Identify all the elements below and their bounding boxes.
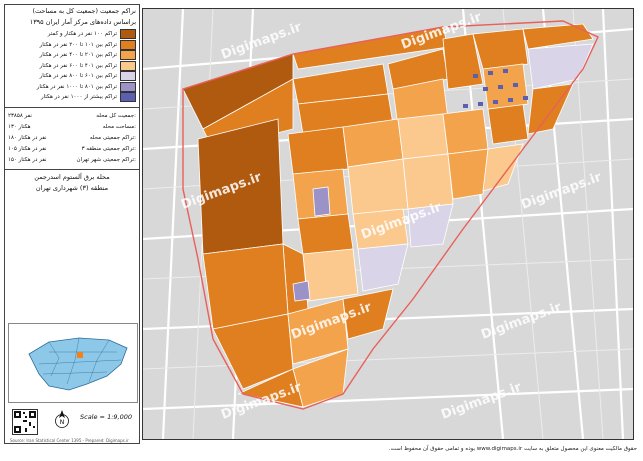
legend-item-label: تراکم بین ۶۰۱ تا ۸۰۰ نفر در هکتار: [39, 73, 117, 80]
legend-item: تراکم بین ۲۰۱ تا ۴۰۰ نفر در هکتار: [8, 50, 136, 61]
copyright-footer: حقوق مالکیت معنوی این محصول متعلق به سای…: [388, 446, 637, 452]
stat-row: ۲۳۸۵۸ نفر جمعیت کل محله:: [8, 111, 136, 122]
density-block: [312, 186, 331, 217]
legend-item: تراکم بین ۴۰۱ تا ۶۰۰ نفر در هکتار: [8, 60, 136, 72]
legend-item-label: تراکم بین ۸۰۱ تا ۱۰۰۰ نفر در هکتار: [36, 83, 117, 90]
density-block: [447, 148, 489, 200]
district-name: منطقه (۳) شهرداری تهران: [35, 183, 109, 192]
map-footer-block: N Scale = 1:9,000 Source: Iran Statistic…: [8, 405, 138, 443]
legend-title-line1: نراکم جمعیت (جمعیت کل به مساحت): [32, 7, 136, 15]
neighborhood-location-marker: [77, 352, 83, 358]
tehran-inset-map: [8, 323, 138, 403]
density-map[interactable]: Digimaps.ir Digimaps.ir Digimaps.ir Digimap…: [142, 8, 634, 440]
stat-label: تراکم جمعیتی منطقه ۳:: [81, 145, 136, 152]
legend-swatch: [120, 39, 136, 50]
stat-row: ۱۰۵ نفر در هکتار تراکم جمعیتی منطقه ۳:: [8, 144, 136, 155]
neighborhood-stats: ۲۳۸۵۸ نفر جمعیت کل محله: ۱۳۰ هکتار مساحت مح…: [5, 106, 139, 169]
high-density-building: [488, 71, 493, 75]
stat-row: ۱۳۰ هکتار مساحت محله:: [8, 122, 136, 133]
legend-swatch: [120, 92, 136, 103]
legend-swatch: [120, 50, 136, 61]
high-density-building: [503, 69, 508, 73]
stat-value: ۱۰۵ نفر در هکتار: [8, 145, 47, 152]
density-block: [442, 108, 489, 155]
high-density-building: [498, 85, 503, 89]
source-credit: Source: Iran Statistical Center 1395 - P…: [10, 438, 129, 443]
density-block: [397, 113, 449, 160]
legend-swatch: [120, 81, 136, 92]
legend-item-label: تراکم بین ۱۰۱ تا ۲۰۰ نفر در هکتار: [39, 41, 117, 48]
density-block: [302, 248, 359, 302]
density-block: [402, 153, 454, 210]
density-legend: تراکم ۱۰۰ نفر در هکتار و کمتر تراکم بین ۱…: [8, 29, 136, 103]
stat-value: ۲۳۸۵۸ نفر: [8, 112, 32, 119]
high-density-building: [473, 74, 478, 78]
north-arrow-icon: N: [54, 409, 70, 431]
high-density-building: [513, 83, 518, 87]
density-block: [292, 280, 311, 302]
stat-label: تراکم جمعیتی محله:: [89, 134, 136, 141]
stat-label: تراکم جمعیتی شهر تهران:: [76, 156, 136, 163]
legend-swatch: [120, 29, 136, 40]
high-density-building: [463, 104, 468, 108]
stat-value: ۱۵۰ نفر در هکتار: [8, 156, 47, 163]
legend-item: تراکم ۱۰۰ نفر در هکتار و کمتر: [8, 29, 136, 40]
high-density-building: [508, 98, 513, 102]
legend-item: تراکم بین ۸۰۱ تا ۱۰۰۰ نفر در هکتار: [8, 81, 136, 93]
high-density-building: [493, 100, 498, 104]
high-density-building: [478, 102, 483, 106]
density-block: [297, 213, 354, 255]
qr-code-icon: [12, 409, 38, 435]
density-block: [347, 158, 409, 215]
legend-swatch: [120, 60, 136, 71]
density-block: [472, 28, 529, 70]
stat-label: جمعیت کل محله:: [96, 112, 136, 119]
stat-row: ۱۸۰ نفر در هکتار تراکم جمعیتی محله:: [8, 133, 136, 144]
density-block: [287, 126, 349, 175]
legend-title-line2: براساس داده‌های مرکز آمار ایران ۱۳۹۵: [29, 18, 136, 26]
legend-item-label: تراکم بیشتر از ۱۰۰۰ نفر در هکتار: [40, 94, 117, 101]
legend-item-label: تراکم بین ۲۰۱ تا ۴۰۰ نفر در هکتار: [39, 52, 117, 59]
legend-item-label: تراکم بین ۴۰۱ تا ۶۰۰ نفر در هکتار: [39, 62, 117, 69]
neighborhood-name-block: محله برق آلستوم اسدرجمن منطقه (۳) شهردار…: [5, 168, 139, 196]
stat-label: مساحت محله:: [102, 123, 136, 130]
density-block: [342, 118, 404, 168]
neighborhood-name: محله برق آلستوم اسدرجمن: [34, 172, 110, 181]
stat-value: ۱۸۰ نفر در هکتار: [8, 134, 47, 141]
scale-label: Scale = 1:9,000: [80, 413, 132, 421]
legend-item: تراکم بیشتر از ۱۰۰۰ نفر در هکتار: [8, 92, 136, 103]
density-block: [487, 103, 529, 145]
high-density-building: [483, 87, 488, 91]
map-sidebar: نراکم جمعیت (جمعیت کل به مساحت) براساس د…: [4, 4, 140, 444]
svg-text:N: N: [60, 419, 65, 426]
legend-item: تراکم بین ۶۰۱ تا ۸۰۰ نفر در هکتار: [8, 71, 136, 82]
legend-item: تراکم بین ۱۰۱ تا ۲۰۰ نفر در هکتار: [8, 39, 136, 51]
legend-item-label: تراکم ۱۰۰ نفر در هکتار و کمتر: [47, 31, 117, 38]
high-density-building: [523, 96, 528, 100]
stat-row: ۱۵۰ نفر در هکتار تراکم جمعیتی شهر تهران:: [8, 155, 136, 166]
legend-swatch: [120, 71, 136, 82]
stat-value: ۱۳۰ هکتار: [8, 123, 31, 130]
